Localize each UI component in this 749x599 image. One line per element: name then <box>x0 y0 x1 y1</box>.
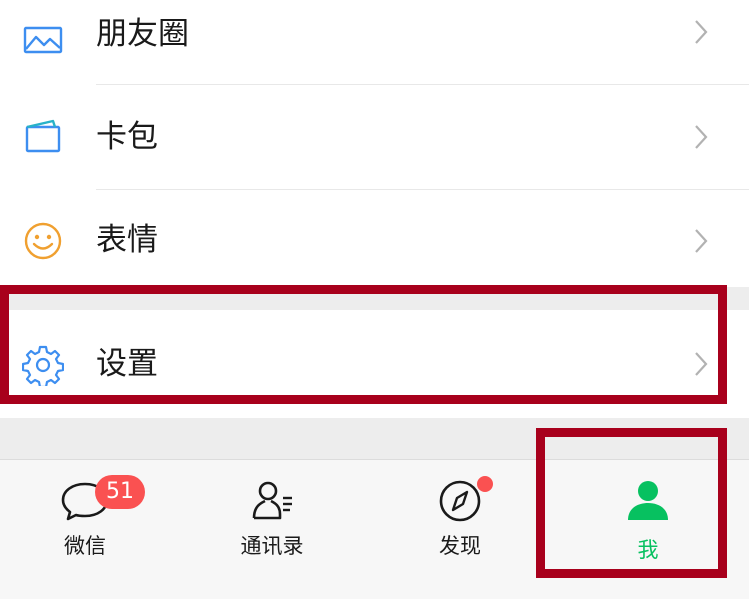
menu-item-stickers[interactable]: 表情 <box>0 190 749 287</box>
chevron-right-icon <box>693 19 709 45</box>
unread-badge: 51 <box>95 475 145 509</box>
contacts-icon <box>248 478 296 522</box>
highlight-box-me-tab <box>536 428 727 578</box>
menu-item-label: 表情 <box>96 222 158 258</box>
tab-label: 发现 <box>439 534 481 558</box>
menu-item-moments[interactable]: 朋友圈 <box>0 0 749 84</box>
tab-label: 通讯录 <box>240 534 304 558</box>
wallet-icon <box>22 116 64 158</box>
tab-contacts[interactable]: 通讯录 <box>202 460 342 580</box>
tab-label: 微信 <box>64 534 106 558</box>
smiley-icon <box>22 220 64 262</box>
chevron-right-icon <box>693 124 709 150</box>
menu-item-wallet[interactable]: 卡包 <box>0 85 749 189</box>
moments-icon <box>22 20 64 62</box>
new-content-dot <box>477 476 493 492</box>
tab-discover[interactable]: 发现 <box>390 460 530 580</box>
highlight-box-settings <box>0 285 727 404</box>
menu-item-label: 朋友圈 <box>96 16 189 52</box>
chevron-right-icon <box>693 228 709 254</box>
menu-item-label: 卡包 <box>96 119 158 155</box>
